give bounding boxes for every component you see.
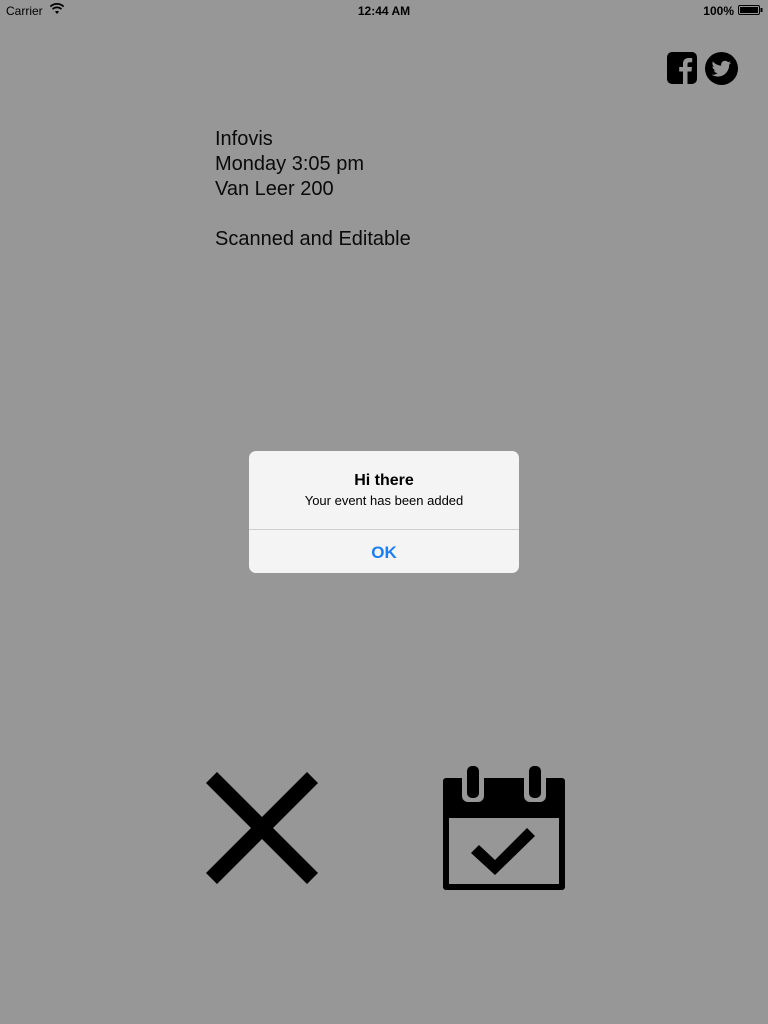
battery-icon [738, 5, 763, 15]
ok-button[interactable]: OK [249, 530, 519, 573]
alert-dialog: Hi there Your event has been added OK [249, 451, 519, 573]
event-name: Infovis [215, 128, 273, 150]
facebook-icon [667, 52, 697, 84]
cancel-button[interactable] [206, 772, 318, 884]
twitter-share-button[interactable] [705, 52, 738, 85]
calendar-check-icon [443, 766, 565, 890]
twitter-icon [705, 52, 738, 85]
event-location: Van Leer 200 [215, 178, 334, 200]
alert-message: Your event has been added [304, 493, 464, 508]
close-icon [206, 772, 318, 884]
status-bar: Carrier 12:44 AM 100% [0, 0, 768, 20]
facebook-share-button[interactable] [667, 52, 697, 84]
event-status: Scanned and Editable [215, 228, 411, 250]
battery-percentage: 100% [703, 4, 734, 18]
alert-title: Hi there [354, 472, 414, 489]
add-to-calendar-button[interactable] [442, 766, 566, 892]
status-time: 12:44 AM [357, 4, 411, 18]
event-info: Infovis Monday 3:05 pm Van Leer 200 Scan… [215, 127, 411, 252]
event-datetime: Monday 3:05 pm [215, 153, 364, 175]
